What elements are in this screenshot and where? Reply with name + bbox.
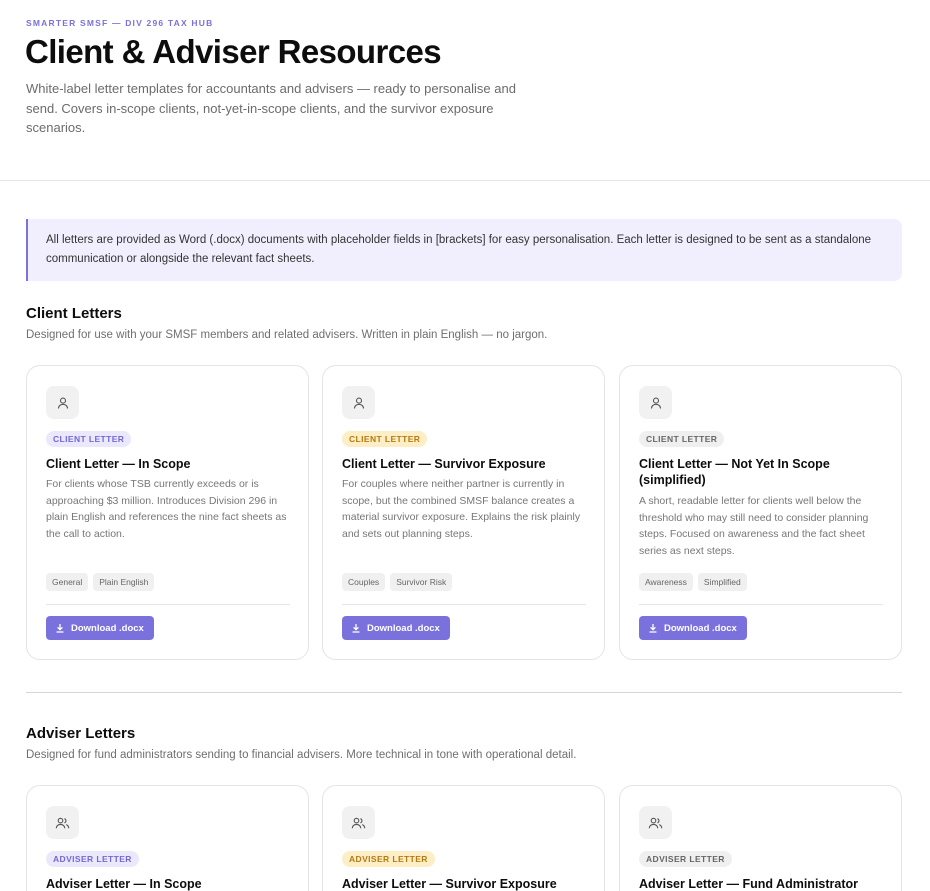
user-icon (46, 386, 79, 419)
letter-card: ADVISER LETTER Adviser Letter — Survivor… (322, 785, 605, 891)
client-letters-heading: Client Letters (26, 305, 122, 322)
page-description: White-label letter templates for account… (26, 81, 516, 135)
tag: Awareness (639, 573, 693, 591)
card-description: A short, readable letter for clients wel… (639, 495, 869, 557)
tag: Survivor Risk (390, 573, 453, 591)
user-icon (639, 386, 672, 419)
download-icon (649, 624, 657, 633)
download-button[interactable]: Download .docx (46, 616, 154, 640)
card-title: Client Letter — Not Yet In Scope (simpli… (639, 457, 830, 487)
users-icon (46, 806, 79, 839)
letter-type-badge: CLIENT LETTER (639, 431, 725, 447)
card-title: Adviser Letter — In Scope (46, 877, 202, 891)
letter-card: ADVISER LETTER Adviser Letter — Fund Adm… (619, 785, 902, 891)
tag: Couples (342, 573, 386, 591)
tag: Simplified (697, 573, 747, 591)
download-icon (352, 624, 360, 633)
client-letters-subtitle: Designed for use with your SMSF members … (26, 329, 548, 341)
users-icon (342, 806, 375, 839)
card-title: Client Letter — In Scope (46, 457, 191, 471)
card-description: For clients whose TSB currently exceeds … (46, 478, 287, 540)
letter-type-badge: ADVISER LETTER (639, 851, 732, 867)
card-title: Client Letter — Survivor Exposure (342, 457, 546, 471)
users-icon (639, 806, 672, 839)
download-button[interactable]: Download .docx (342, 616, 450, 640)
download-icon (56, 624, 64, 633)
letter-card: CLIENT LETTER Client Letter — Not Yet In… (619, 365, 902, 660)
info-notice: All letters are provided as Word (.docx)… (26, 219, 902, 281)
card-divider (639, 604, 883, 605)
tag-list: Awareness Simplified (639, 573, 747, 591)
letter-type-badge: ADVISER LETTER (46, 851, 139, 867)
card-divider (46, 604, 290, 605)
letter-type-badge: CLIENT LETTER (46, 431, 132, 447)
page-title: Client & Adviser Resources (25, 33, 442, 70)
tag-list: General Plain English (46, 573, 155, 591)
adviser-letters-heading: Adviser Letters (26, 725, 136, 742)
download-button-label: Download .docx (664, 622, 737, 634)
letter-type-badge: CLIENT LETTER (342, 431, 428, 447)
card-title: Adviser Letter — Survivor Exposure (342, 877, 557, 891)
page-header: SMARTER SMSF — DIV 296 TAX HUB Client & … (0, 0, 930, 181)
letter-card: ADVISER LETTER Adviser Letter — In Scope (26, 785, 309, 891)
tag: Plain English (93, 573, 155, 591)
letter-card: CLIENT LETTER Client Letter — Survivor E… (322, 365, 605, 660)
card-title: Adviser Letter — Fund Administrator (639, 877, 859, 891)
user-icon (342, 386, 375, 419)
card-description: For couples where neither partner is cur… (342, 478, 581, 540)
section-divider (26, 692, 902, 693)
letter-type-badge: ADVISER LETTER (342, 851, 435, 867)
tag: General (46, 573, 89, 591)
download-button-label: Download .docx (71, 622, 144, 634)
download-button[interactable]: Download .docx (639, 616, 747, 640)
tag-list: Couples Survivor Risk (342, 573, 453, 591)
letter-card: CLIENT LETTER Client Letter — In Scope F… (26, 365, 309, 660)
card-divider (342, 604, 586, 605)
download-button-label: Download .docx (367, 622, 440, 634)
eyebrow: SMARTER SMSF — DIV 296 TAX HUB (26, 18, 214, 28)
adviser-letters-subtitle: Designed for fund administrators sending… (26, 749, 577, 761)
